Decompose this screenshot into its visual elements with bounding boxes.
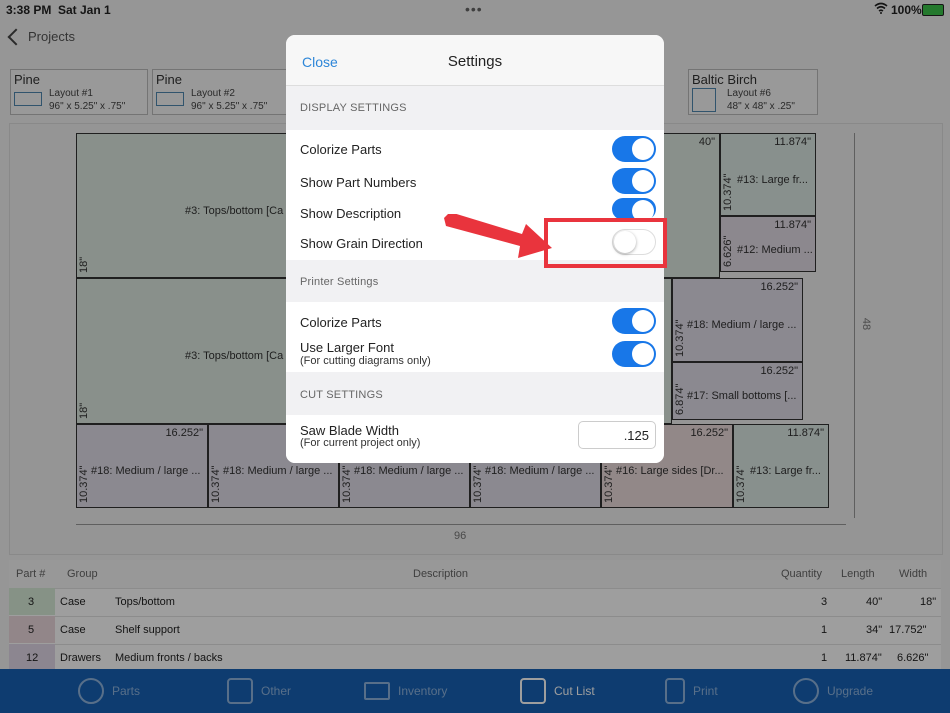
show-part-numbers-toggle[interactable] — [612, 168, 656, 194]
colorize-parts-toggle[interactable] — [612, 136, 656, 162]
printer-settings-group: Colorize Parts Use Larger Font (For cutt… — [286, 302, 664, 372]
setting-row: Use Larger Font (For cutting diagrams on… — [286, 337, 664, 372]
setting-sublabel: (For cutting diagrams only) — [300, 355, 431, 367]
setting-label: Show Part Numbers — [300, 175, 417, 190]
setting-row: Show Part Numbers — [286, 163, 664, 195]
use-larger-font-toggle[interactable] — [612, 341, 656, 367]
show-description-toggle[interactable] — [612, 198, 656, 222]
setting-label: Colorize Parts — [300, 315, 382, 330]
setting-label: Saw Blade Width — [300, 423, 399, 438]
cut-settings-group: Saw Blade Width (For current project onl… — [286, 415, 664, 463]
annotation-arrow-icon — [444, 214, 552, 258]
cut-settings-header: CUT SETTINGS — [300, 389, 383, 401]
setting-label: Show Grain Direction — [300, 236, 423, 251]
setting-sublabel: (For current project only) — [300, 437, 421, 449]
setting-row: Colorize Parts — [286, 302, 664, 336]
setting-label: Use Larger Font — [300, 340, 394, 355]
annotation-highlight-box — [544, 218, 667, 268]
modal-header: Close Settings — [286, 35, 664, 86]
setting-label: Colorize Parts — [300, 142, 382, 157]
modal-title: Settings — [447, 53, 503, 70]
setting-row: Colorize Parts — [286, 130, 664, 162]
saw-blade-width-input[interactable]: .125 — [578, 421, 656, 449]
printer-colorize-parts-toggle[interactable] — [612, 308, 656, 334]
setting-row: Saw Blade Width (For current project onl… — [286, 415, 664, 463]
display-settings-header: DISPLAY SETTINGS — [300, 102, 407, 114]
setting-label: Show Description — [300, 206, 402, 221]
printer-settings-header: Printer Settings — [300, 276, 379, 288]
